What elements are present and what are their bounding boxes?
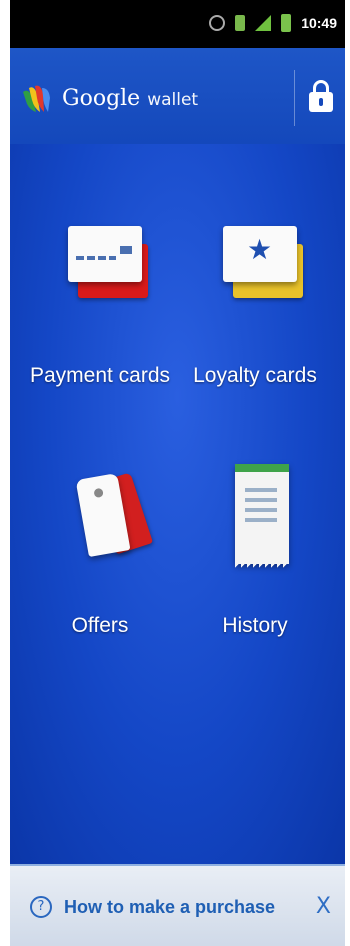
app-title-main: Google (62, 86, 141, 111)
vibrate-icon (235, 15, 246, 31)
phone-screen: 10:49 Google wallet Payment cards ★ Loya… (10, 0, 345, 946)
loyalty-cards-tile[interactable]: ★ Loyalty cards (185, 214, 325, 414)
wallet-home: Payment cards ★ Loyalty cards Offers His… (10, 144, 345, 864)
status-bar: 10:49 (10, 0, 345, 48)
offers-label: Offers (71, 614, 129, 637)
payment-cards-icon (68, 226, 152, 302)
google-wallet-logo-icon (23, 85, 50, 112)
receipt-edge (235, 562, 289, 568)
app-bar-divider (294, 70, 295, 126)
star-icon: ★ (247, 233, 273, 266)
tag-hole (93, 487, 104, 499)
help-bar[interactable]: ? How to make a purchase X (10, 864, 345, 946)
history-receipt-icon (235, 464, 289, 568)
app-bar: Google wallet (10, 48, 345, 144)
status-time: 10:49 (301, 15, 337, 31)
card-front: ★ (223, 226, 297, 282)
receipt-lines (245, 488, 277, 522)
offers-tile[interactable]: Offers (30, 464, 170, 664)
card-front (68, 226, 142, 282)
history-tile[interactable]: History (185, 464, 325, 664)
help-icon: ? (30, 896, 52, 918)
app-title: Google wallet (62, 86, 198, 111)
sync-icon (209, 15, 226, 31)
signal-icon (255, 15, 272, 31)
receipt (235, 464, 289, 568)
loyalty-cards-icon: ★ (223, 226, 307, 302)
receipt-header (235, 464, 289, 472)
lock-icon-body (309, 92, 333, 112)
battery-icon (281, 14, 292, 32)
payment-cards-label: Payment cards (29, 364, 171, 387)
payment-cards-tile[interactable]: Payment cards (30, 214, 170, 414)
status-icons: 10:49 (209, 14, 337, 32)
history-label: History (222, 614, 288, 637)
loyalty-cards-label: Loyalty cards (193, 364, 317, 387)
app-title-sub: wallet (147, 90, 199, 110)
how-to-purchase-link[interactable]: How to make a purchase (64, 897, 275, 918)
lock-button[interactable] (305, 80, 337, 116)
close-icon[interactable]: X (316, 894, 331, 919)
offers-tag-icon (72, 466, 154, 576)
